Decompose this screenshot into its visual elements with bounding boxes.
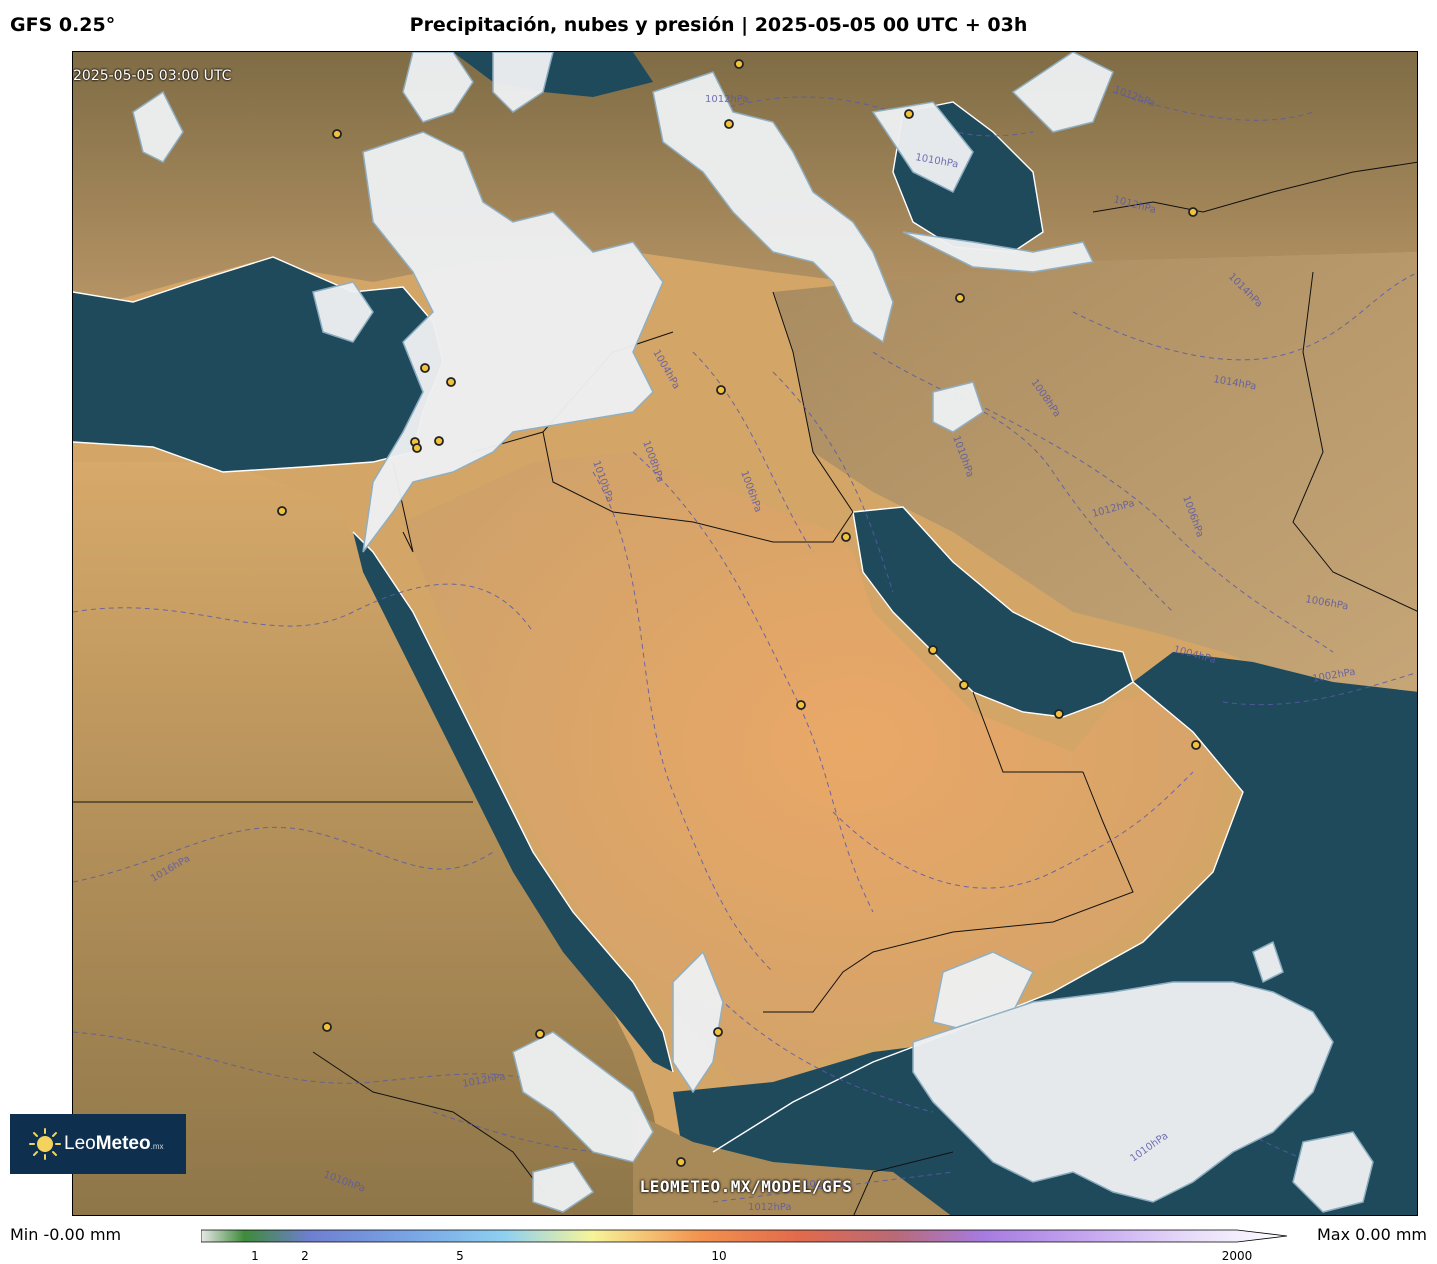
isobar-label: 1012hPa <box>705 94 749 105</box>
logo-wordmark: LeoMeteo.mx <box>64 1133 164 1155</box>
map-canvas: 1012hPa 1012hPa 1010hPa 1012hPa 1014hPa … <box>73 52 1417 1215</box>
isobar-label: 1012hPa <box>748 1202 792 1213</box>
colorbar-tick: 2 <box>301 1249 309 1263</box>
leometeo-logo[interactable]: LeoMeteo.mx <box>10 1114 186 1174</box>
sun-icon <box>28 1127 62 1161</box>
colorbar-tick: 1 <box>251 1249 259 1263</box>
map-title: Precipitación, nubes y presión | 2025-05… <box>409 14 1028 36</box>
logo-name-bold: Meteo <box>95 1133 151 1154</box>
logo-name-light: Leo <box>64 1133 96 1154</box>
site-watermark: LEOMETEO.MX/MODEL/GFS <box>639 1177 853 1196</box>
valid-time-stamp: 2025-05-05 03:00 UTC <box>73 68 232 84</box>
legend-max-label: Max 0.00 mm <box>1316 1225 1427 1244</box>
colorbar-tick: 10 <box>711 1249 727 1263</box>
weather-map[interactable]: 1012hPa 1012hPa 1010hPa 1012hPa 1014hPa … <box>72 51 1418 1216</box>
colorbar-tick: 2000 <box>1221 1249 1253 1263</box>
logo-suffix: .mx <box>150 1142 164 1151</box>
legend-min-label: Min -0.00 mm <box>10 1225 122 1244</box>
precipitation-colorbar <box>201 1229 1288 1243</box>
colorbar-tick: 5 <box>456 1249 464 1263</box>
